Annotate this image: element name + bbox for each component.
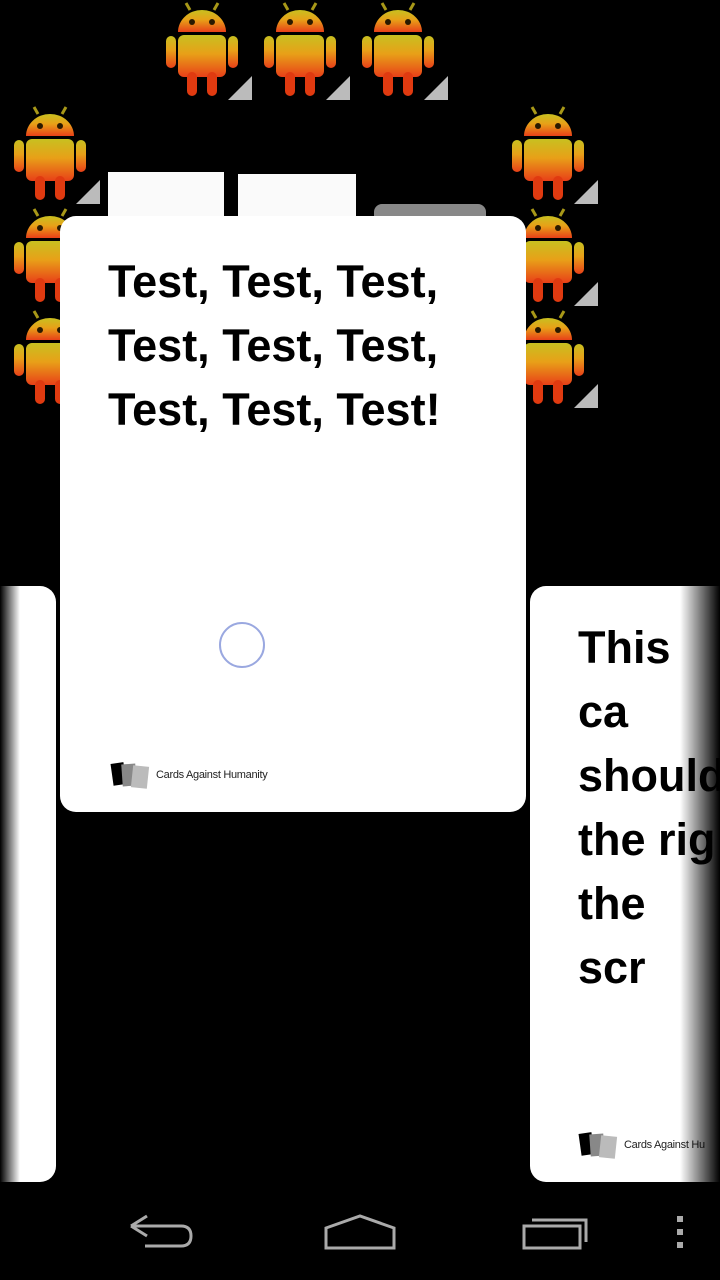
right-card[interactable]: This ca should the rig the scr Cards Aga…	[530, 586, 720, 1182]
cards-logo-icon	[578, 1132, 618, 1159]
left-card[interactable]	[0, 586, 56, 1182]
card-text: Test, Test, Test, Test, Test, Test, Test…	[108, 256, 441, 435]
main-card[interactable]: Test, Test, Test, Test, Test, Test, Test…	[60, 216, 526, 812]
loading-spinner	[219, 622, 265, 668]
android-robot-icon[interactable]	[352, 0, 448, 100]
menu-button[interactable]	[630, 1184, 720, 1280]
android-robot-icon[interactable]	[156, 0, 252, 100]
android-robot-icon[interactable]	[4, 104, 100, 204]
brand-text: Cards Against Humanity	[156, 769, 268, 781]
home-button[interactable]	[300, 1184, 420, 1280]
cards-logo-icon	[110, 762, 150, 789]
overflow-menu-icon	[677, 1216, 683, 1248]
recent-apps-button[interactable]	[500, 1184, 620, 1280]
edge-fade	[680, 586, 720, 1182]
back-button[interactable]	[100, 1184, 220, 1280]
android-robot-icon[interactable]	[502, 104, 598, 204]
android-robot-icon[interactable]	[254, 0, 350, 100]
home-icon	[324, 1214, 396, 1250]
brand-logo: Cards Against Humanity	[110, 760, 268, 790]
navigation-bar	[0, 1184, 720, 1280]
back-arrow-icon	[130, 1214, 193, 1248]
recent-apps-icon	[522, 1218, 588, 1250]
